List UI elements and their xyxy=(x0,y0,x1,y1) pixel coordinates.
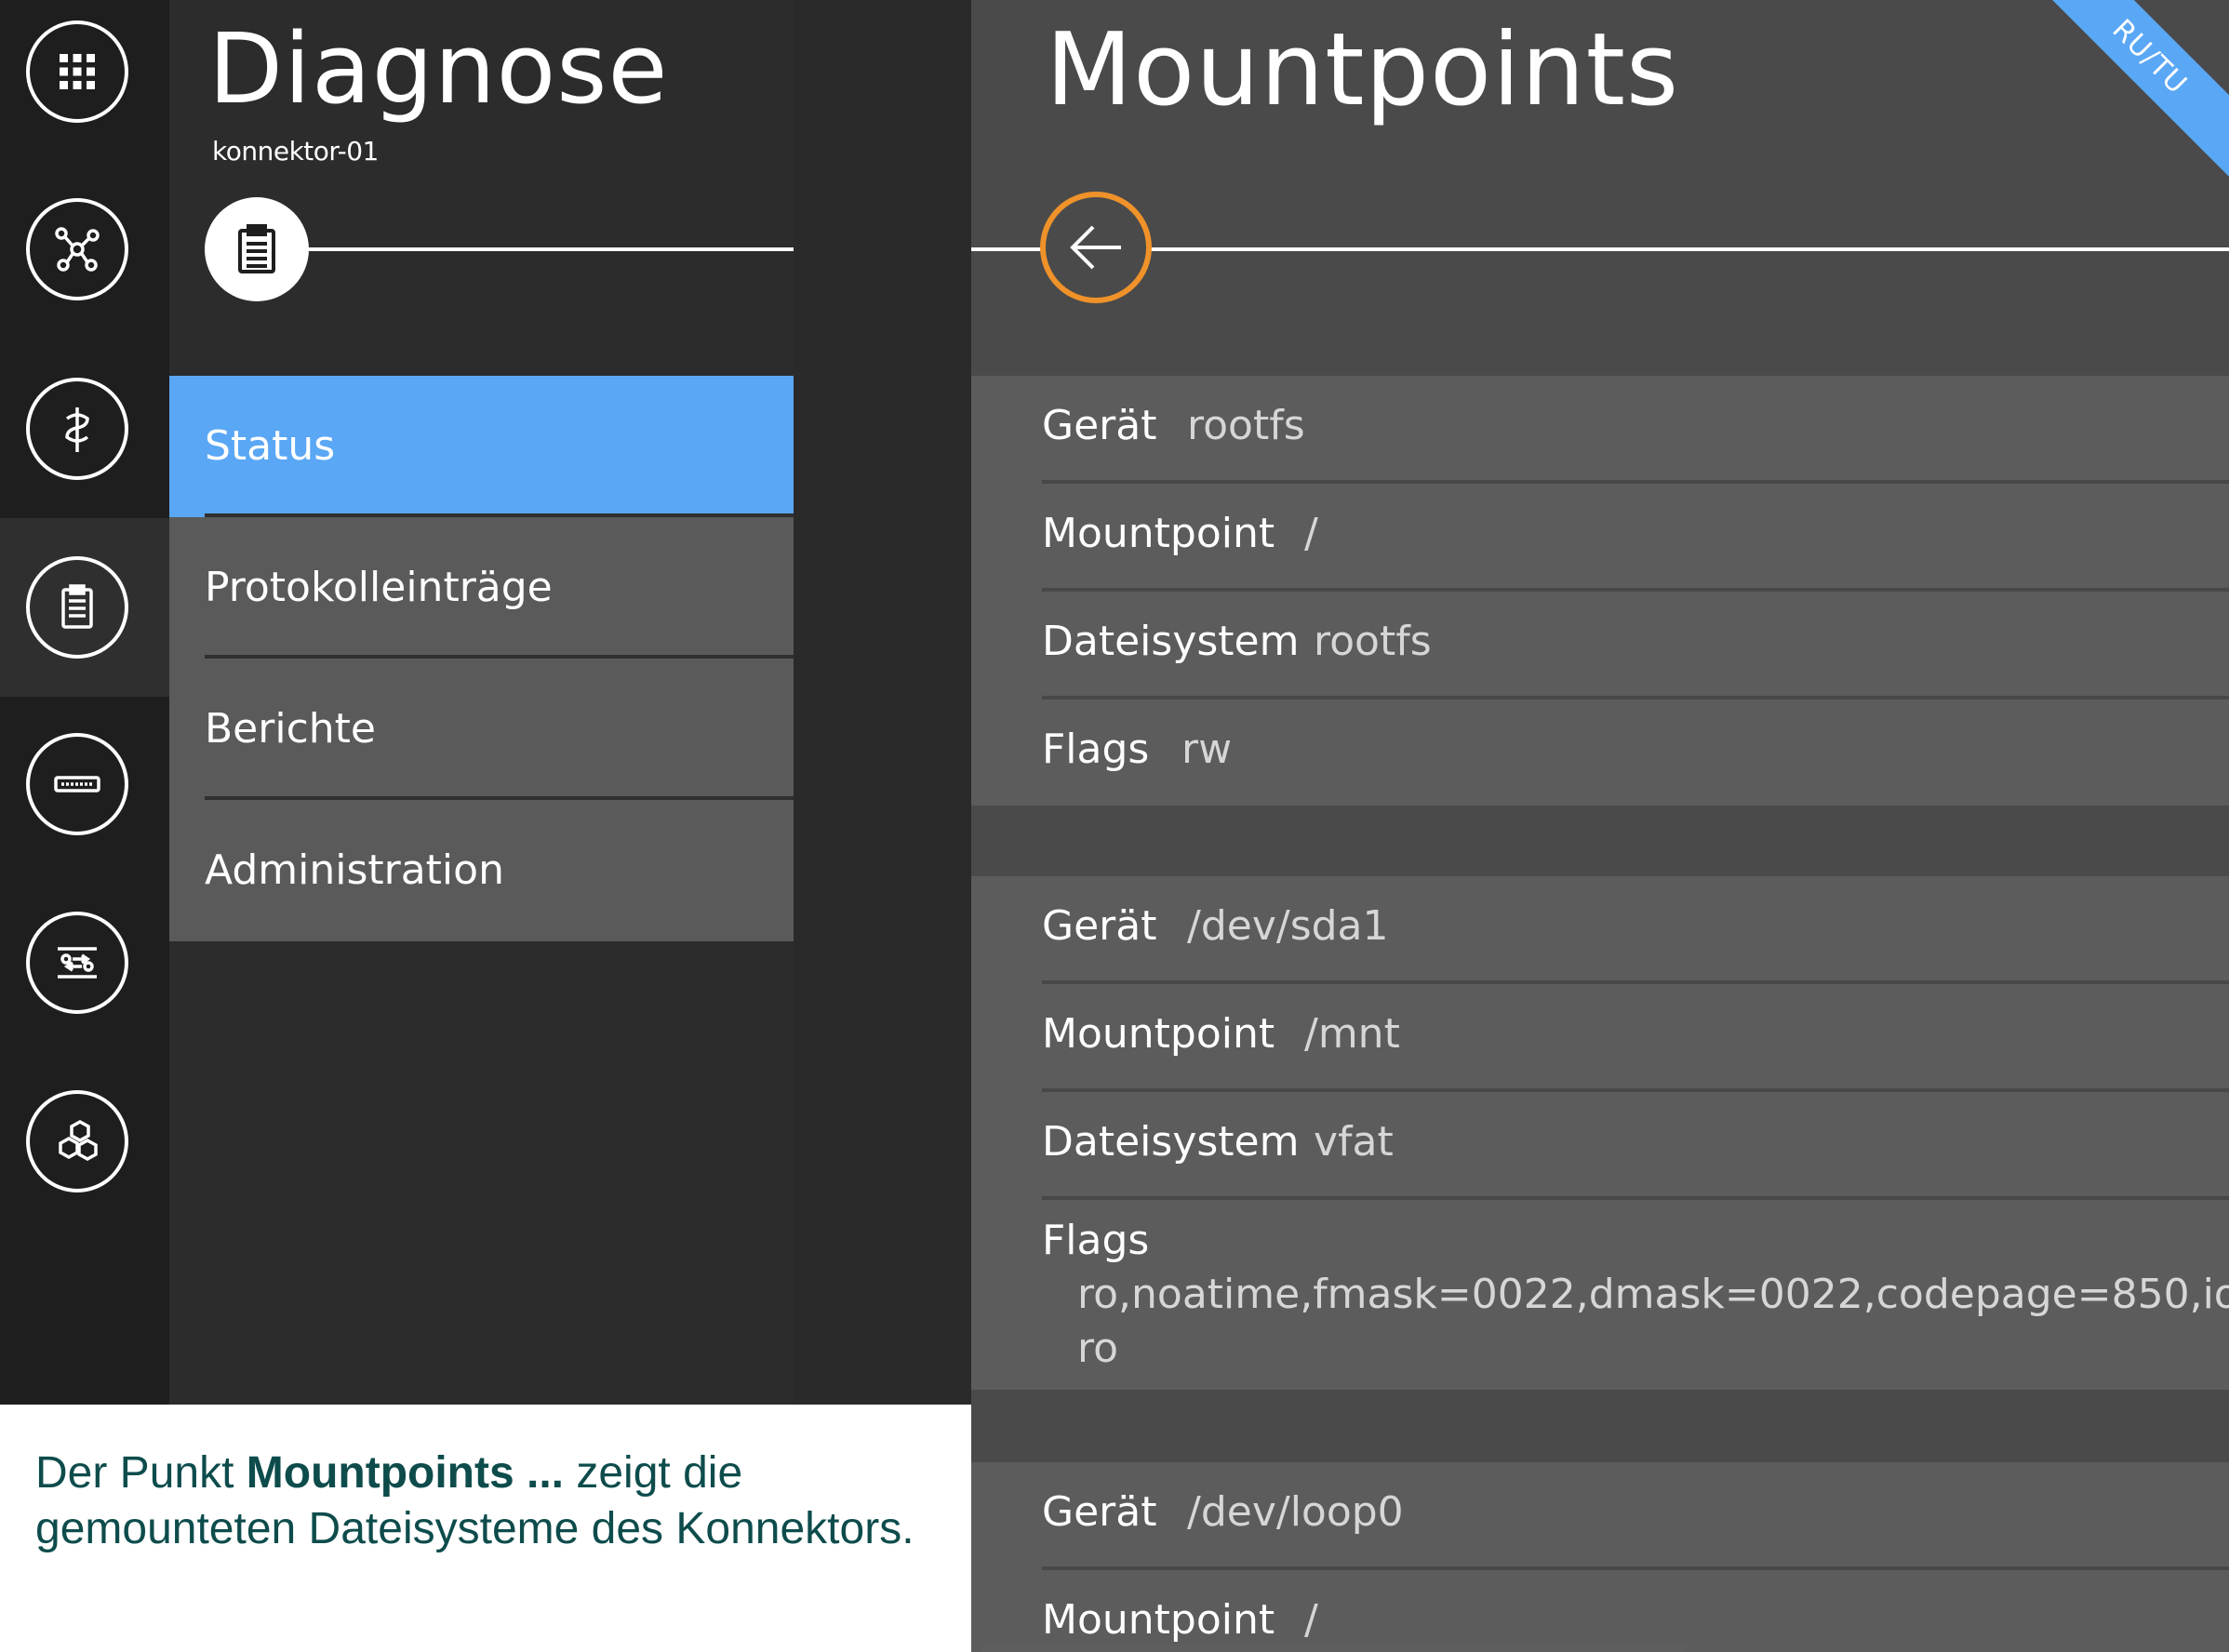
settings-toggle-icon[interactable] xyxy=(26,912,128,1014)
device-icon[interactable] xyxy=(26,733,128,835)
panel-gap xyxy=(794,0,971,1405)
menu-item-label: Protokolleinträge xyxy=(205,564,553,611)
network-icon[interactable] xyxy=(26,198,128,300)
divider xyxy=(309,247,794,251)
mount-row-mountpoint: Mountpoint / xyxy=(1042,484,2229,592)
icon-rail xyxy=(0,0,169,1405)
menu-item-status[interactable]: Status xyxy=(169,376,794,517)
mount-row-device: Gerät rootfs xyxy=(1042,376,2229,484)
mount-row-mountpoint: Mountpoint / xyxy=(1042,1596,1318,1644)
mount-row-flags: Flags rw xyxy=(1042,726,1233,773)
mount-row-filesystem: Dateisystem vfat xyxy=(1042,1092,2229,1200)
caption-box: Der Punkt Mountpoints ... zeigt die gemo… xyxy=(0,1405,971,1652)
corner-ribbon: RU/TU xyxy=(2010,0,2229,196)
menu-item-label: Status xyxy=(205,422,336,470)
hexagons-icon[interactable] xyxy=(26,1090,128,1192)
divider xyxy=(971,247,2229,251)
diagnose-sidebar: Diagnose konnektor-01 Status Protokollei… xyxy=(169,0,794,1405)
apps-grid-icon[interactable] xyxy=(26,20,128,123)
mount-entry: Gerät /dev/loop0 Mountpoint / xyxy=(971,1462,2229,1652)
mount-row-mountpoint: Mountpoint /mnt xyxy=(1042,984,2229,1092)
medical-caduceus-icon[interactable] xyxy=(26,378,128,480)
mountpoints-panel: Mountpoints RU/TU Gerät rootfs Mountpoin… xyxy=(971,0,2229,1652)
menu-item-protokolleintraege[interactable]: Protokolleinträge xyxy=(169,517,794,659)
clipboard-icon xyxy=(205,197,309,301)
menu-item-label: Berichte xyxy=(205,705,376,753)
mount-row-device: Gerät /dev/sda1 xyxy=(1042,876,2229,984)
menu-item-berichte[interactable]: Berichte xyxy=(169,659,794,800)
horizontal-scrollbar[interactable] xyxy=(981,1645,1688,1652)
mount-entry: Gerät rootfs Mountpoint / Dateisystem ro… xyxy=(971,376,2229,806)
sidebar-title: Diagnose xyxy=(208,12,669,126)
back-button[interactable] xyxy=(1040,192,1152,303)
caption-highlight: Mountpoints ... xyxy=(246,1448,565,1498)
menu-item-label: Administration xyxy=(205,846,504,894)
clipboard-icon[interactable] xyxy=(26,556,128,659)
mount-row-device: Gerät /dev/loop0 xyxy=(1042,1462,2229,1570)
page-title: Mountpoints xyxy=(1046,12,1680,128)
mount-row-flags: Flags ro,noatime,fmask=0022,dmask=0022,c… xyxy=(1042,1217,2229,1372)
mount-entry: Gerät /dev/sda1 Mountpoint /mnt Dateisys… xyxy=(971,876,2229,1390)
caption-text: Der Punkt Mountpoints ... zeigt die gemo… xyxy=(35,1448,914,1553)
arrow-left-icon xyxy=(1070,225,1121,270)
mount-row-filesystem: Dateisystem rootfs xyxy=(1042,592,2229,699)
menu-item-administration[interactable]: Administration xyxy=(169,800,794,941)
device-name: konnektor-01 xyxy=(212,136,379,167)
